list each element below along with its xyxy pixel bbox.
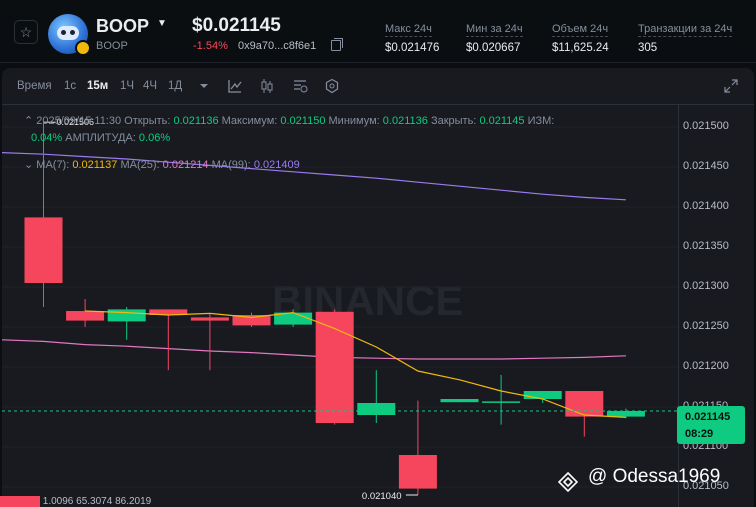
interval-4h[interactable]: 4Ч (143, 80, 157, 92)
binance-logo-icon (558, 472, 578, 492)
ohlc-info-line: ⌃ 2025/09/15 11:30 Открыть: 0.021136 Мак… (24, 114, 554, 127)
candle-countdown: 08:29 (685, 428, 714, 440)
contract-address: 0x9a70...c8f6e1 (238, 40, 317, 52)
stat-value: $11,625.24 (552, 42, 609, 54)
candle-body (24, 217, 63, 283)
avatar-eye-left (61, 30, 66, 35)
candle-body (523, 391, 562, 399)
avatar-eye-right (70, 30, 75, 35)
candle-body (482, 401, 521, 403)
candle-body (357, 403, 396, 415)
stat-value: $0.020667 (466, 42, 521, 54)
y-tick-label: 0.021200 (683, 360, 729, 372)
ma99-label: MA(99): (211, 159, 251, 171)
y-tick-label: 0.021450 (683, 160, 729, 172)
ma-collapse-caret-icon[interactable]: ⌄ (24, 159, 36, 171)
low-label: Минимум: (328, 115, 380, 127)
high-label: Максимум: (221, 115, 278, 127)
interval-1h[interactable]: 1Ч (120, 80, 134, 92)
stat-label: Объем 24ч (552, 23, 609, 37)
close-value: 0.021145 (479, 115, 525, 127)
y-tick-label: 0.021300 (683, 280, 729, 292)
ma25-label: MA(25): (120, 159, 160, 171)
close-label: Закрыть: (430, 115, 477, 127)
copy-icon[interactable] (331, 38, 343, 51)
symbol-dropdown-caret-icon[interactable]: ▼ (157, 18, 167, 29)
stat-low-24h: Мин за 24ч $0.020667 (466, 19, 523, 54)
candle-body (66, 311, 105, 321)
stat-high-24h: Макс 24ч $0.021476 (385, 19, 439, 54)
y-tick-label: 0.021500 (683, 120, 729, 132)
stat-value: 305 (638, 42, 658, 54)
ma99-extension (2, 152, 44, 155)
volume-badge (0, 496, 40, 507)
author-tag: @ Odessa1969 (588, 466, 721, 487)
ma99-value: 0.021409 (253, 159, 300, 171)
collapse-caret-icon[interactable]: ⌃ (24, 115, 36, 127)
dropdown-caret-icon[interactable] (196, 78, 212, 94)
ma25-extension (2, 339, 44, 342)
stat-label: Макс 24ч (385, 23, 432, 37)
interval-1s[interactable]: 1с (64, 80, 76, 92)
interval-15m[interactable]: 15м (87, 80, 108, 92)
chart-panel: Время 1с 15м 1Ч 4Ч 1Д BINANCE 0.021506 0.… (2, 68, 754, 507)
candle-body (440, 399, 479, 403)
current-price: $0.021145 (192, 15, 281, 36)
indicators-icon[interactable] (292, 78, 308, 94)
high-value: 0.021150 (280, 115, 326, 127)
chain-badge-icon (75, 40, 91, 56)
price-change-pct: -1.54% (193, 40, 228, 52)
candle-body (107, 309, 146, 322)
change-value: 0.04% (31, 132, 63, 144)
amplitude-label: АМПЛИТУДА: (65, 132, 136, 144)
ma7-label: MA(7): (36, 159, 70, 171)
star-icon: ☆ (19, 23, 33, 40)
y-tick-label: 0.021400 (683, 200, 729, 212)
stat-volume-24h: Объем 24ч $11,625.24 (552, 19, 609, 54)
time-label: Время (17, 80, 52, 92)
token-name: BOOP (96, 40, 128, 52)
stat-value: $0.021476 (385, 42, 440, 54)
ma25-line (2, 339, 626, 360)
open-label: Открыть: (124, 115, 171, 127)
current-price-tag: 0.021145 08:29 (677, 406, 745, 444)
candle-body (398, 455, 437, 489)
candle-body (606, 411, 645, 417)
info-datetime: 2025/09/15 11:30 (36, 115, 122, 127)
settings-icon[interactable] (324, 78, 340, 94)
favorite-star-button[interactable]: ☆ (14, 20, 38, 44)
line-tool-icon[interactable] (227, 78, 243, 94)
ma25-value: 0.021214 (162, 159, 209, 171)
stat-transactions-24h: Транзакции за 24ч 305 (638, 19, 733, 54)
y-tick-label: 0.021350 (683, 240, 729, 252)
stat-label: Транзакции за 24ч (638, 23, 733, 37)
low-value: 0.021136 (382, 115, 428, 127)
interval-1d[interactable]: 1Д (168, 80, 182, 92)
volume-values: 1.0096 65.3074 86.2019 (42, 496, 152, 507)
candlestick-chart[interactable]: BINANCE 0.021506 0.021040 ⌃ 2025/09/15 11… (2, 105, 754, 507)
y-tick-label: 0.021250 (683, 320, 729, 332)
expand-icon[interactable] (724, 79, 738, 93)
candle-type-icon[interactable] (259, 78, 275, 94)
amplitude-value: 0.06% (138, 132, 171, 144)
ohlc-info-line-2: 0.04% АМПЛИТУДА: 0.06% (31, 132, 170, 144)
candle-body (190, 317, 229, 321)
change-label: ИЗМ: (527, 115, 555, 127)
current-price-tag-value: 0.021145 (685, 411, 731, 423)
stat-label: Мин за 24ч (466, 23, 523, 37)
token-avatar (48, 14, 91, 56)
open-value: 0.021136 (173, 115, 219, 127)
ma-legend: ⌄ MA(7): 0.021137 MA(25): 0.021214 MA(99… (24, 158, 300, 171)
chart-toolbar: Время 1с 15м 1Ч 4Ч 1Д (2, 68, 754, 105)
token-header: ☆ BOOP ▼ BOOP $0.021145 -1.54% 0x9a70...… (0, 0, 756, 63)
candle-body (565, 391, 604, 417)
low-marker-label: 0.021040 (362, 491, 402, 502)
token-symbol[interactable]: BOOP (96, 16, 149, 37)
ma7-value: 0.021137 (72, 159, 118, 171)
volume-strip: 1.0096 65.3074 86.2019 (0, 496, 200, 507)
